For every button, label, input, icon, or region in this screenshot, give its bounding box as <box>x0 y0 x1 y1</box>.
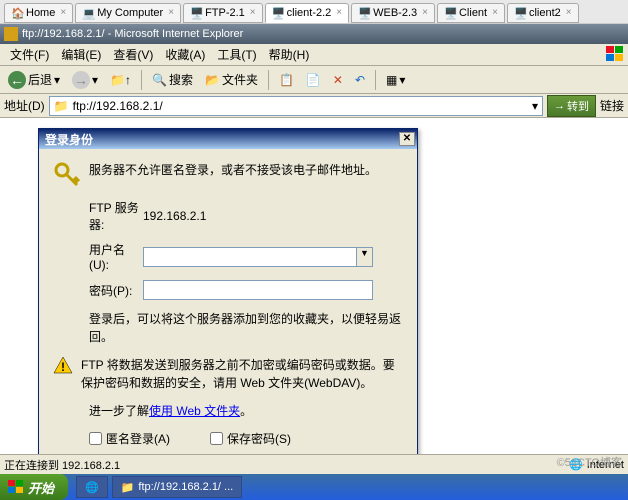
tab-mycomputer[interactable]: 💻My Computer× <box>75 3 181 23</box>
tab-client22[interactable]: 🖥️client-2.2× <box>265 3 349 23</box>
ie-icon: 🌐 <box>85 481 99 494</box>
window-title-bar: ftp://192.168.2.1/ - Microsoft Internet … <box>0 24 628 44</box>
tab-client2[interactable]: 🖥️client2× <box>507 3 579 23</box>
app-tabs-bar: 🏠Home× 💻My Computer× 🖥️FTP-2.1× 🖥️client… <box>0 0 628 24</box>
username-input[interactable]: ▼ <box>143 247 373 267</box>
vm-icon: 🖥️ <box>272 7 284 19</box>
go-button[interactable]: →转到 <box>547 95 596 117</box>
vm-icon: 🖥️ <box>358 7 370 19</box>
folders-icon: 📂 <box>205 73 220 87</box>
undo-button[interactable]: ↶ <box>351 71 369 89</box>
username-label: 用户名(U): <box>53 241 143 272</box>
menu-tools[interactable]: 工具(T) <box>211 44 262 65</box>
warning-text: FTP 将数据发送到服务器之前不加密或编码密码或数据。要保护密码和数据的安全，请… <box>81 356 403 392</box>
svg-text:!: ! <box>61 360 65 374</box>
vm-icon: 🖥️ <box>514 7 526 19</box>
views-button[interactable]: ▦ ▾ <box>382 71 409 89</box>
close-icon[interactable]: × <box>422 7 428 18</box>
menu-help[interactable]: 帮助(H) <box>263 44 316 65</box>
server-value: 192.168.2.1 <box>143 209 403 223</box>
dialog-message: 服务器不允许匿名登录，或者不接受该电子邮件地址。 <box>89 161 377 178</box>
search-icon: 🔍 <box>152 73 167 87</box>
webdav-link[interactable]: 使用 Web 文件夹 <box>149 404 240 418</box>
forward-button[interactable]: → ▾ <box>68 69 102 91</box>
vm-icon: 🖥️ <box>190 7 202 19</box>
folder-icon: 📁 <box>54 99 69 113</box>
address-bar: 地址(D) 📁 ftp://192.168.2.1/ ▾ →转到 链接 <box>0 94 628 118</box>
copy-icon: 📄 <box>306 73 321 87</box>
close-icon[interactable]: × <box>168 7 174 18</box>
delete-button[interactable]: ✕ <box>329 71 347 89</box>
watermark: ©51CTO博客 <box>557 454 622 470</box>
copy-button[interactable]: 📄 <box>302 71 325 89</box>
address-label: 地址(D) <box>4 97 45 114</box>
dropdown-icon[interactable]: ▾ <box>532 99 538 113</box>
anonymous-checkbox[interactable]: 匿名登录(A) <box>89 430 170 447</box>
content-area: 登录身份 ✕ 服务器不允许匿名登录，或者不接受该电子邮件地址。 FTP 服务器:… <box>0 118 628 458</box>
menu-favorites[interactable]: 收藏(A) <box>159 44 211 65</box>
tab-web23[interactable]: 🖥️WEB-2.3× <box>351 3 435 23</box>
undo-icon: ↶ <box>355 73 365 87</box>
login-dialog: 登录身份 ✕ 服务器不允许匿名登录，或者不接受该电子邮件地址。 FTP 服务器:… <box>38 128 418 498</box>
address-input[interactable]: 📁 ftp://192.168.2.1/ ▾ <box>49 96 543 116</box>
close-icon[interactable]: × <box>566 7 572 18</box>
menu-file[interactable]: 文件(F) <box>4 44 55 65</box>
vm-icon: 🖥️ <box>444 7 456 19</box>
status-text: 正在连接到 192.168.2.1 <box>4 457 120 473</box>
move-button[interactable]: 📋 <box>275 71 298 89</box>
password-input[interactable] <box>143 280 373 300</box>
menu-edit[interactable]: 编辑(E) <box>55 44 107 65</box>
up-button[interactable]: 📁↑ <box>106 71 135 89</box>
close-icon[interactable]: × <box>250 7 256 18</box>
menu-bar: 文件(F) 编辑(E) 查看(V) 收藏(A) 工具(T) 帮助(H) <box>0 44 628 66</box>
status-bar: 正在连接到 192.168.2.1 🌐 Internet <box>0 454 628 474</box>
tab-ftp21[interactable]: 🖥️FTP-2.1× <box>183 3 263 23</box>
warning-icon: ! <box>53 356 73 374</box>
folder-up-icon: 📁↑ <box>110 73 131 87</box>
window-title: ftp://192.168.2.1/ - Microsoft Internet … <box>22 28 243 40</box>
keys-icon <box>53 161 81 189</box>
views-icon: ▦ <box>386 73 397 87</box>
delete-icon: ✕ <box>333 73 343 87</box>
search-button[interactable]: 🔍搜索 <box>148 69 197 90</box>
close-icon[interactable]: × <box>60 7 66 18</box>
server-label: FTP 服务器: <box>53 199 143 233</box>
back-icon: ← <box>8 71 26 89</box>
close-button[interactable]: ✕ <box>399 132 415 146</box>
home-icon: 🏠 <box>11 7 23 19</box>
start-button[interactable]: 开始 <box>0 474 68 500</box>
folders-button[interactable]: 📂文件夹 <box>201 69 262 90</box>
forward-icon: → <box>72 71 90 89</box>
dialog-title: 登录身份 <box>45 131 93 148</box>
chevron-down-icon[interactable]: ▼ <box>356 248 372 266</box>
taskbar: 开始 🌐 📁ftp://192.168.2.1/ ... <box>0 474 628 500</box>
tab-home[interactable]: 🏠Home× <box>4 3 73 23</box>
close-icon[interactable]: × <box>336 7 342 18</box>
menu-view[interactable]: 查看(V) <box>107 44 159 65</box>
task-ie[interactable]: 📁ftp://192.168.2.1/ ... <box>112 476 243 498</box>
move-icon: 📋 <box>279 73 294 87</box>
password-label: 密码(P): <box>53 282 143 299</box>
close-icon[interactable]: × <box>492 7 498 18</box>
windows-flag-icon <box>606 46 624 62</box>
windows-logo-icon <box>8 480 24 494</box>
links-label[interactable]: 链接 <box>600 97 624 114</box>
tab-client[interactable]: 🖥️Client× <box>437 3 505 23</box>
ie-icon <box>4 27 18 41</box>
save-password-checkbox[interactable]: 保存密码(S) <box>210 430 291 447</box>
go-icon: → <box>554 100 565 112</box>
learn-more: 进一步了解使用 Web 文件夹。 <box>53 402 403 420</box>
quick-launch[interactable]: 🌐 <box>76 476 108 498</box>
back-button[interactable]: ←后退 ▾ <box>4 69 64 91</box>
toolbar: ←后退 ▾ → ▾ 📁↑ 🔍搜索 📂文件夹 📋 📄 ✕ ↶ ▦ ▾ <box>0 66 628 94</box>
folder-icon: 📁 <box>121 481 135 494</box>
after-login-note: 登录后，可以将这个服务器添加到您的收藏夹，以便轻易返回。 <box>53 310 403 346</box>
computer-icon: 💻 <box>82 7 94 19</box>
dialog-title-bar[interactable]: 登录身份 ✕ <box>39 129 417 149</box>
